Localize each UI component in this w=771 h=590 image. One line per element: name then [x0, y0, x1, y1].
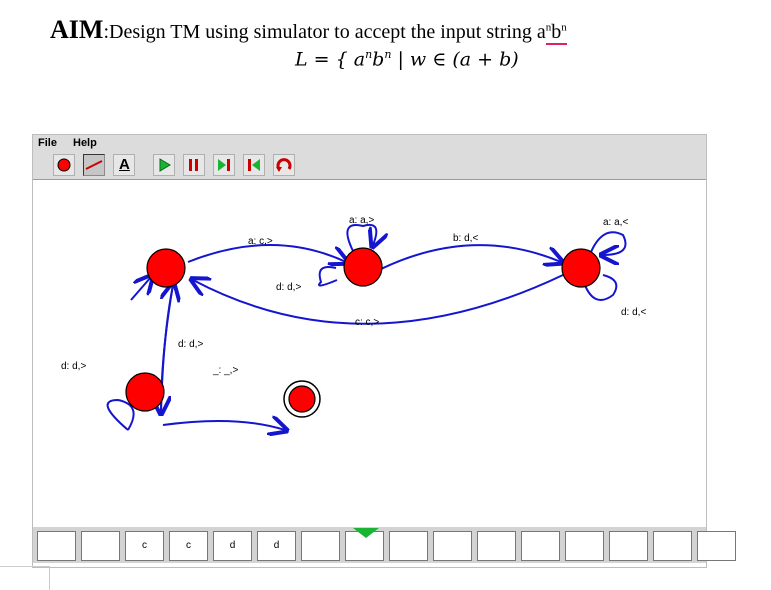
diagram-canvas[interactable]: a: c,> d: d,> a: a,> b: d,< a: a,< d: d,…: [33, 180, 706, 520]
tape-cell[interactable]: [609, 531, 648, 561]
tape-cell[interactable]: [301, 531, 340, 561]
tm-diagram: [106, 223, 627, 520]
edge-q2-self-top: [590, 231, 627, 255]
menu-file[interactable]: File: [38, 137, 57, 149]
reset-icon: [248, 159, 260, 171]
edge-q3-accept: [162, 421, 285, 430]
label-q3-self: d: d,>: [61, 361, 87, 372]
label-q1-q0-lower: d: d,>: [276, 282, 302, 293]
menu-bar: File Help: [33, 135, 706, 151]
tape-cell[interactable]: d: [257, 531, 296, 561]
menu-help[interactable]: Help: [73, 137, 97, 149]
edge-q0-q1: [187, 244, 346, 262]
state-q3: [125, 372, 165, 412]
transition-tool-button[interactable]: [83, 154, 105, 176]
state-q2: [561, 248, 601, 288]
aim-b: b: [551, 21, 562, 43]
label-q2-q0: c: c,>: [355, 317, 380, 328]
transition-icon: [85, 160, 103, 170]
tape-cell[interactable]: c: [125, 531, 164, 561]
label-q0-q3: d: d,>: [178, 339, 204, 350]
tape-cell[interactable]: [653, 531, 692, 561]
edge-q1-q2: [380, 244, 561, 270]
tape-cell[interactable]: [521, 531, 560, 561]
step-icon: [218, 159, 230, 171]
reset-button[interactable]: [243, 154, 265, 176]
formula-b: b: [372, 48, 385, 71]
tape-cell[interactable]: [81, 531, 120, 561]
formula-start: L = { a: [295, 48, 366, 71]
aim-string: nbn: [545, 21, 567, 45]
label-q1-q2: b: d,<: [453, 233, 479, 244]
tape-cell[interactable]: [389, 531, 428, 561]
label-q1-self: a: a,>: [349, 215, 375, 226]
formula-end: | w ∈ (a + b): [391, 48, 519, 71]
label-q2-self-top: a: a,<: [603, 217, 629, 228]
tm-simulator-window: File Help A a: c,> d: d,> a: a,> b: d,< …: [32, 134, 736, 568]
tape-cell[interactable]: c: [169, 531, 208, 561]
step-button[interactable]: [213, 154, 235, 176]
state-q1: [343, 247, 383, 287]
edge-q1-self: [346, 223, 376, 251]
aim-heading: AIM:Design TM using simulator to accept …: [50, 15, 567, 45]
tape-cell[interactable]: [37, 531, 76, 561]
tape-cell[interactable]: [697, 531, 736, 561]
state-tool-button[interactable]: [53, 154, 75, 176]
tape-cell[interactable]: [477, 531, 516, 561]
undo-icon: [276, 158, 292, 172]
tape-cell[interactable]: [433, 531, 472, 561]
state-accept: [288, 385, 316, 413]
aim-label: AIM: [50, 15, 104, 44]
state-icon: [57, 158, 71, 172]
run-button[interactable]: [153, 154, 175, 176]
label-q0-q1: a: c,>: [248, 236, 273, 247]
pause-icon: [189, 159, 198, 171]
edge-q3-self: [106, 398, 135, 431]
undo-button[interactable]: [273, 154, 295, 176]
tape-head-icon[interactable]: [353, 528, 379, 538]
text-tool-button[interactable]: A: [113, 154, 135, 176]
label-q3-accept: _: _,>: [213, 365, 239, 376]
edge-start-q0: [130, 277, 151, 301]
edge-q1-q0-lower: [318, 266, 338, 287]
language-formula: L = { anbn | w ∈ (a + b): [295, 48, 519, 70]
toolbar: A: [33, 151, 706, 180]
aim-text: :Design TM using simulator to accept the…: [103, 21, 546, 43]
state-q0: [146, 248, 186, 288]
play-icon: [159, 158, 171, 172]
text-icon: A: [119, 156, 130, 173]
pause-button[interactable]: [183, 154, 205, 176]
tape-cell[interactable]: [565, 531, 604, 561]
label-q2-self-bottom: d: d,<: [621, 307, 647, 318]
page-corner: [0, 566, 50, 590]
aim-sup-2: n: [561, 21, 567, 34]
tape-cell[interactable]: d: [213, 531, 252, 561]
